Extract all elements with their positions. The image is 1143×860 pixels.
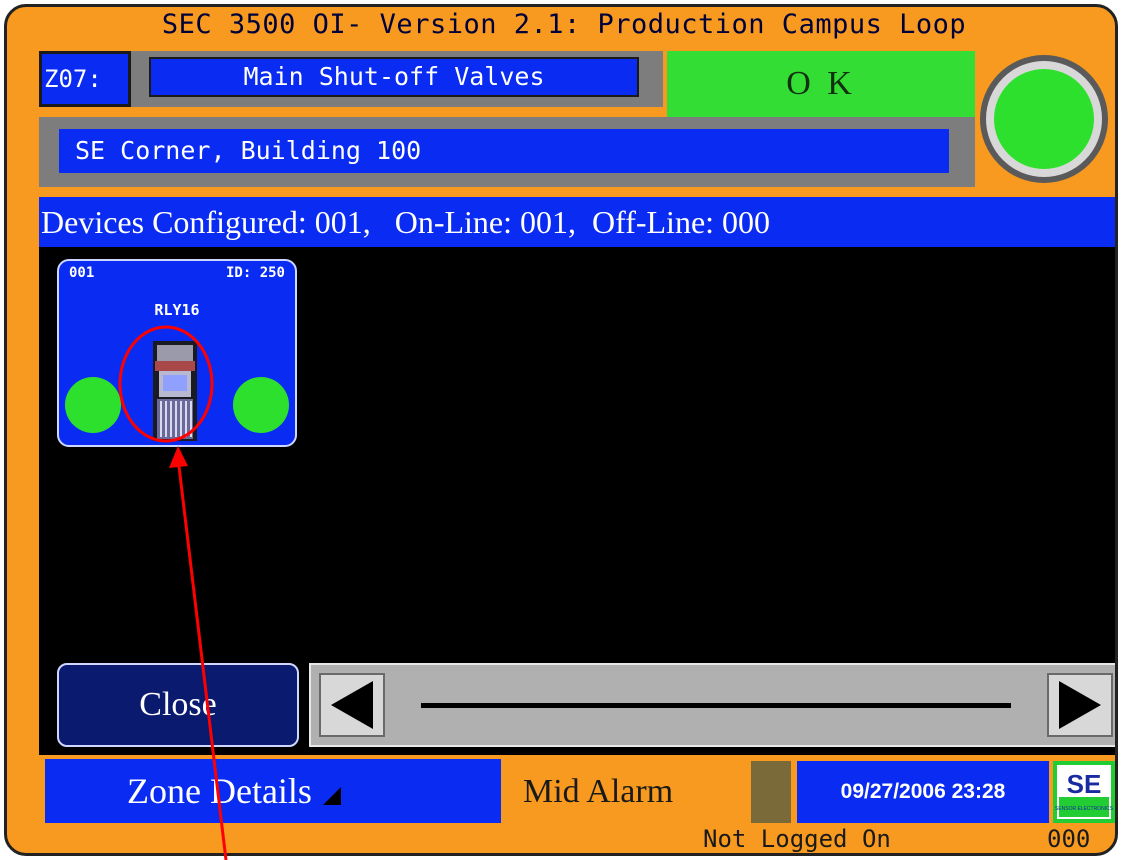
- screen-name: Zone Details: [127, 771, 312, 811]
- status-code: 000: [1047, 825, 1091, 853]
- close-button[interactable]: Close: [57, 663, 299, 747]
- date-time: 09/27/2006 23:28: [797, 761, 1049, 823]
- zone-location-frame: SE Corner, Building 100: [39, 117, 975, 187]
- screen-menu-button[interactable]: Zone Details: [45, 759, 501, 823]
- operator-panel: SEC 3500 OI- Version 2.1: Production Cam…: [4, 4, 1118, 856]
- logo-text: SE: [1067, 769, 1102, 799]
- device-type: RLY16: [154, 301, 200, 319]
- alarm-label: Mid Alarm: [523, 773, 674, 810]
- sensor-electronics-logo: SE SENSOR ELECTRONICS: [1053, 761, 1115, 823]
- zone-name: Main Shut-off Valves: [149, 57, 639, 97]
- zone-tag: Z07:: [39, 51, 131, 107]
- arrow-right-icon: [1059, 681, 1101, 729]
- device-number: 001: [69, 265, 95, 281]
- login-status[interactable]: Not Logged On: [703, 825, 891, 853]
- relay-module-icon: [147, 337, 203, 447]
- zone-status: O K: [667, 51, 975, 117]
- app-title: SEC 3500 OI- Version 2.1: Production Cam…: [161, 9, 967, 40]
- zone-status-light-icon: [975, 51, 1113, 187]
- horizontal-scrollbar[interactable]: [309, 663, 1115, 747]
- dropdown-corner-icon: [322, 787, 341, 805]
- device-led-left: [65, 377, 121, 433]
- device-counts: Devices Configured: 001, On-Line: 001, O…: [39, 197, 1115, 247]
- device-tile[interactable]: 001 ID: 250 RLY16: [57, 259, 297, 447]
- arrow-left-icon: [331, 681, 373, 729]
- scroll-left-button[interactable]: [319, 673, 385, 737]
- scroll-track[interactable]: [421, 703, 1011, 708]
- zone-location: SE Corner, Building 100: [59, 129, 949, 173]
- alarm-indicator: [751, 761, 791, 823]
- scroll-right-button[interactable]: [1047, 673, 1113, 737]
- device-led-right: [233, 377, 289, 433]
- logo-subtext: SENSOR ELECTRONICS: [1055, 806, 1114, 812]
- zone-name-frame: Main Shut-off Valves: [131, 51, 663, 107]
- device-id: ID: 250: [225, 265, 285, 281]
